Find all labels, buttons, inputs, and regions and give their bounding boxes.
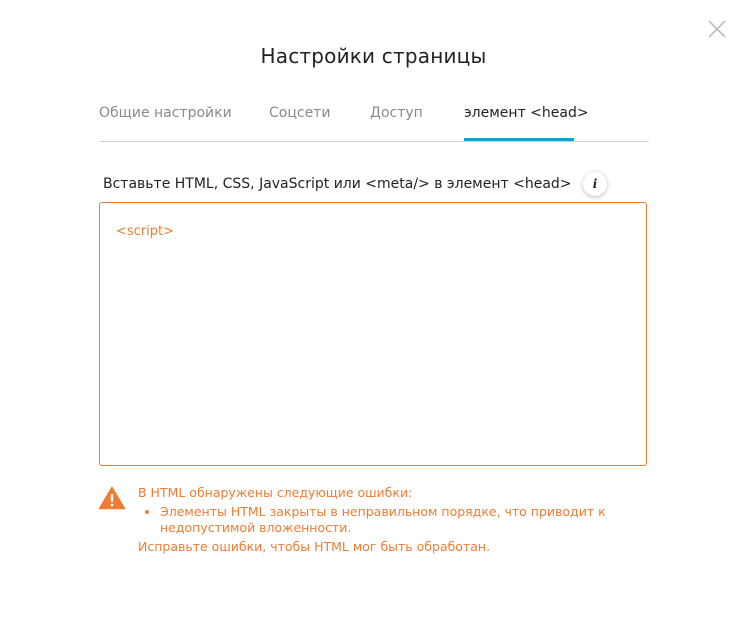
head-editor-label: Вставьте HTML, CSS, JavaScript или <meta… xyxy=(103,176,572,192)
error-list: Элементы HTML закрыты в неправильном пор… xyxy=(138,504,618,536)
error-message: В HTML обнаружены следующие ошибки: Элем… xyxy=(138,485,618,555)
active-tab-indicator xyxy=(464,138,574,141)
tab-social[interactable]: Соцсети xyxy=(269,105,330,121)
tab-head-element[interactable]: элемент <head> xyxy=(464,105,589,121)
head-code-editor[interactable]: <script> xyxy=(99,202,647,466)
info-icon[interactable]: i xyxy=(583,172,607,196)
tab-access[interactable]: Доступ xyxy=(370,105,423,121)
tab-general[interactable]: Общие настройки xyxy=(99,105,232,121)
close-icon[interactable] xyxy=(706,18,728,40)
page-settings-dialog: Настройки страницы Общие настройки Соцсе… xyxy=(0,0,747,621)
error-footer: Исправьте ошибки, чтобы HTML мог быть об… xyxy=(138,539,491,554)
tab-bar: Общие настройки Соцсети Доступ элемент <… xyxy=(99,98,649,142)
error-heading: В HTML обнаружены следующие ошибки: xyxy=(138,485,413,500)
dialog-title: Настройки страницы xyxy=(260,44,487,68)
warning-icon xyxy=(98,486,126,510)
head-code-value: <script> xyxy=(116,224,175,239)
error-list-item: Элементы HTML закрыты в неправильном пор… xyxy=(160,504,618,536)
